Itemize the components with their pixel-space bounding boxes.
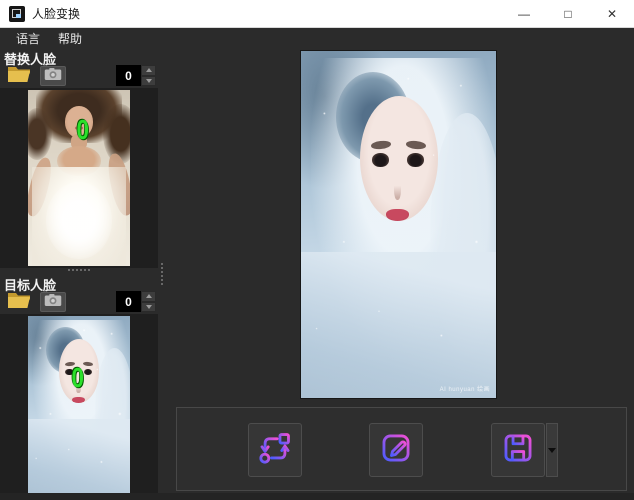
target-face-index-value[interactable]: 0 bbox=[116, 291, 141, 312]
source-open-folder-button[interactable] bbox=[6, 66, 32, 86]
target-camera-button[interactable] bbox=[40, 292, 66, 312]
save-button[interactable] bbox=[491, 423, 545, 477]
result-preview-image: AI hunyuan 绘画 bbox=[300, 50, 497, 399]
target-face-image bbox=[28, 316, 130, 494]
app-window: 人脸变换 — □ ✕ 语言 帮助 替换人脸 bbox=[0, 0, 634, 500]
source-section-header: 替换人脸 bbox=[0, 48, 158, 64]
target-face-index-spinner: 0 bbox=[116, 291, 156, 312]
arrow-up-icon bbox=[146, 68, 152, 72]
source-camera-button[interactable] bbox=[40, 66, 66, 86]
titlebar: 人脸变换 — □ ✕ bbox=[0, 0, 634, 28]
source-face-index-value[interactable]: 0 bbox=[116, 65, 141, 86]
save-icon bbox=[501, 431, 535, 470]
arrow-up-icon bbox=[146, 294, 152, 298]
group-splitter-handle[interactable] bbox=[0, 267, 158, 273]
folder-icon bbox=[7, 291, 31, 314]
watermark-text: AI hunyuan 绘画 bbox=[440, 384, 491, 393]
target-open-folder-button[interactable] bbox=[6, 292, 32, 312]
edit-icon bbox=[379, 431, 413, 470]
source-face-index-spinner: 0 bbox=[116, 65, 156, 86]
edit-button[interactable] bbox=[369, 423, 423, 477]
menu-language[interactable]: 语言 bbox=[8, 28, 48, 49]
target-face-thumbnail[interactable]: 0 bbox=[28, 316, 130, 494]
source-face-thumbnail[interactable]: 0 bbox=[28, 90, 130, 266]
close-button[interactable]: ✕ bbox=[590, 0, 634, 28]
arrow-down-icon bbox=[146, 305, 152, 309]
target-face-index-overlay: 0 bbox=[71, 364, 83, 392]
target-spinner-up-button[interactable] bbox=[141, 291, 156, 302]
faces-panel: 替换人脸 bbox=[0, 48, 158, 500]
swap-faces-button[interactable] bbox=[248, 423, 302, 477]
panel-splitter-handle[interactable] bbox=[158, 48, 166, 500]
menu-help[interactable]: 帮助 bbox=[50, 28, 90, 49]
window-controls: — □ ✕ bbox=[502, 0, 634, 28]
minimize-button[interactable]: — bbox=[502, 0, 546, 28]
window-title: 人脸变换 bbox=[32, 5, 80, 22]
target-section-header: 目标人脸 bbox=[0, 274, 158, 290]
menubar: 语言 帮助 bbox=[0, 28, 634, 48]
swap-faces-icon bbox=[258, 431, 292, 470]
maximize-button[interactable]: □ bbox=[546, 0, 590, 28]
dropdown-arrow-icon bbox=[548, 448, 556, 453]
source-controls-row: 0 bbox=[0, 64, 158, 88]
source-face-index-overlay: 0 bbox=[76, 116, 88, 144]
target-controls-row: 0 bbox=[0, 290, 158, 314]
save-options-dropdown[interactable] bbox=[546, 423, 558, 477]
target-face-list: 0 bbox=[0, 314, 158, 500]
target-spinner-down-button[interactable] bbox=[141, 302, 156, 313]
source-face-list: 0 bbox=[0, 88, 158, 268]
window-bottom-edge bbox=[0, 493, 634, 500]
folder-icon bbox=[7, 65, 31, 88]
camera-icon bbox=[44, 67, 62, 86]
arrow-down-icon bbox=[146, 79, 152, 83]
source-spinner-down-button[interactable] bbox=[141, 76, 156, 87]
app-icon bbox=[9, 6, 25, 22]
source-spinner-up-button[interactable] bbox=[141, 65, 156, 76]
action-toolbar bbox=[176, 407, 627, 491]
camera-icon bbox=[44, 293, 62, 312]
